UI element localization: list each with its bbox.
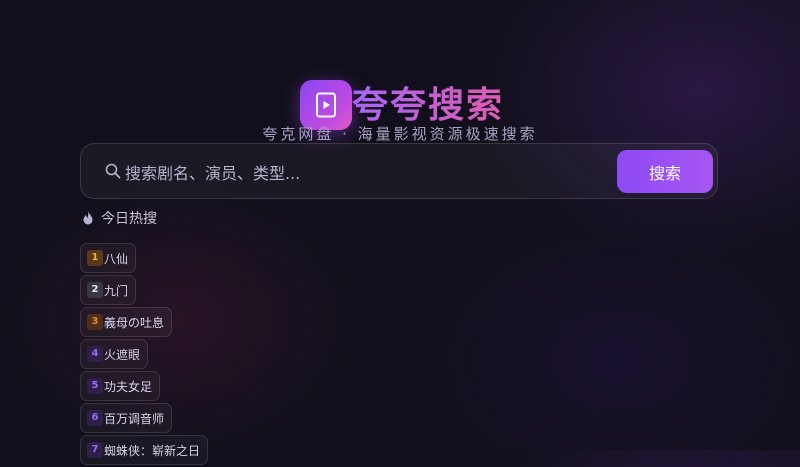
search-button[interactable]: 搜索 [617, 150, 713, 193]
hot-search-label: 功夫女足 [104, 379, 153, 394]
hot-search-label: 蜘蛛侠：崭新之日 [104, 443, 201, 458]
hot-search-label: 百万调音师 [104, 411, 165, 426]
rank-badge: 7 [87, 442, 103, 458]
search-input[interactable] [123, 156, 607, 190]
hot-search-item[interactable]: 5 功夫女足 [80, 371, 161, 401]
app-subtitle: 夸克网盘 · 海量影视资源极速搜索 [262, 125, 538, 143]
rank-badge: 6 [87, 410, 103, 426]
search-bar: 搜索 [80, 143, 718, 199]
hot-search-label: 八仙 [104, 251, 129, 266]
hot-search-item[interactable]: 3 義母の吐息 [80, 307, 173, 337]
fire-icon [83, 211, 93, 225]
hot-search-list: 1 八仙 2 九门 3 義母の吐息 4 火遮眼 5 功夫女足 6 百万调音师 7 蜘蛛侠：崭新之日 [80, 243, 209, 467]
hot-search-title: 今日热搜 [101, 211, 157, 227]
rank-badge: 3 [87, 314, 103, 330]
rank-badge: 5 [87, 378, 103, 394]
hot-search-label: 九门 [104, 283, 129, 298]
rank-badge: 4 [87, 346, 103, 362]
hot-search-label: 義母の吐息 [104, 315, 165, 330]
hot-search-item[interactable]: 2 九门 [80, 275, 137, 305]
play-file-icon [316, 92, 336, 118]
hot-search-item[interactable]: 1 八仙 [80, 243, 137, 273]
hot-search-label: 火遮眼 [104, 347, 141, 362]
rank-badge: 1 [87, 250, 103, 266]
hot-search-item[interactable]: 7 蜘蛛侠：崭新之日 [80, 435, 209, 465]
hot-search-header: 今日热搜 [80, 208, 157, 228]
hot-search-item[interactable]: 4 火遮眼 [80, 339, 149, 369]
rank-badge: 2 [87, 282, 103, 298]
search-icon [105, 163, 121, 179]
hot-search-item[interactable]: 6 百万调音师 [80, 403, 173, 433]
